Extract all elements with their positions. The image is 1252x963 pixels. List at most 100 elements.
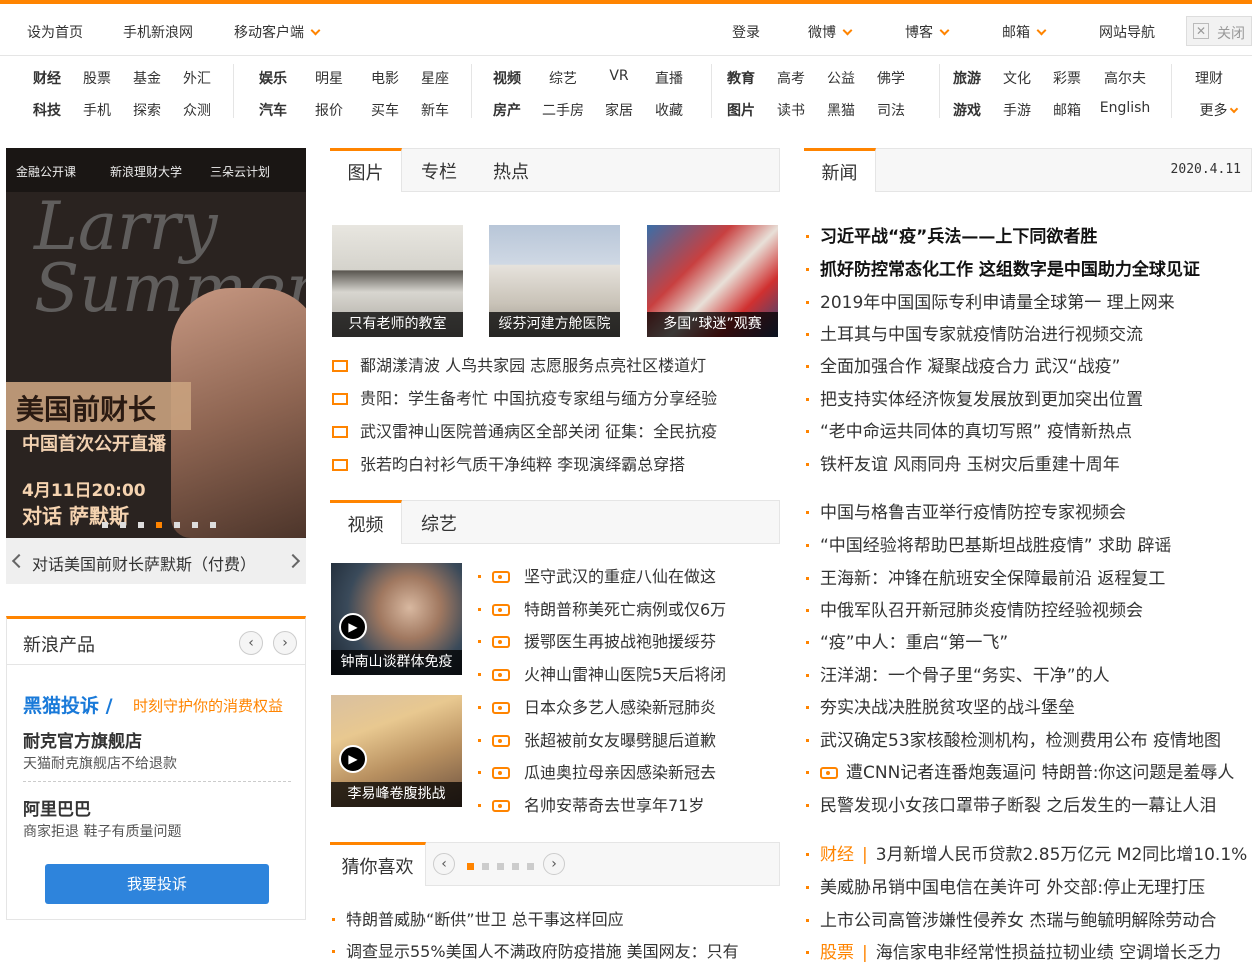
news-item[interactable]: 把支持实体经济恢复发展放到更加突出位置 [806, 385, 1252, 410]
nav-link[interactable]: 彩票 [1042, 68, 1092, 88]
nav-link[interactable]: 科技 [22, 100, 72, 120]
nav-link[interactable]: VR [594, 68, 644, 84]
nav-link[interactable]: 黑猫 [816, 100, 866, 120]
news-item[interactable]: 夯实决战决胜脱贫攻坚的战斗堡垒 [806, 693, 1252, 718]
login-link[interactable]: 登录 [732, 22, 760, 42]
chevron-right-icon[interactable]: › [543, 853, 565, 875]
pic-news-item[interactable]: 张若昀白衬衫气质干净纯粹 李现演绎霸总穿搭 [332, 451, 685, 475]
heimao-tousu-logo[interactable]: 黑猫投诉 / [23, 691, 113, 718]
news-item[interactable]: 股票 | 海信家电非经常性损益拉韧业绩 空调增长乏力 [806, 938, 1252, 963]
news-item[interactable]: 汪洋湖：一个骨子里“务实、干净”的人 [806, 661, 1252, 686]
carousel-dot[interactable] [192, 522, 198, 528]
news-item[interactable]: 土耳其与中国专家就疫情防治进行视频交流 [806, 320, 1252, 345]
nav-link[interactable]: 众测 [172, 100, 222, 120]
site-nav-link[interactable]: 网站导航 [1099, 22, 1155, 42]
news-item[interactable]: 财经 | 3月新增人民币贷款2.85万亿元 M2同比增10.1% [806, 840, 1252, 865]
nav-link[interactable]: 二手房 [538, 100, 588, 120]
video-thumb[interactable]: ▶ 李易峰卷腹挑战 [331, 695, 462, 807]
chevron-right-icon[interactable]: › [273, 631, 297, 655]
nav-link[interactable]: 公益 [816, 68, 866, 88]
set-homepage-link[interactable]: 设为首页 [27, 22, 83, 42]
nav-link[interactable]: 买车 [360, 100, 410, 120]
carousel-dot[interactable] [497, 863, 504, 870]
news-item[interactable]: 全面加强合作 凝聚战疫合力 武汉“战疫” [806, 352, 1252, 377]
nav-link[interactable]: 明星 [304, 68, 354, 88]
video-thumb[interactable]: ▶ 钟南山谈群体免疫 [331, 563, 462, 675]
news-category[interactable]: 财经 [820, 845, 854, 865]
carousel-dot[interactable] [527, 863, 534, 870]
pic-news-item[interactable]: 鄱湖漾清波 人鸟共家园 志愿服务点亮社区楼道灯 [332, 352, 706, 376]
carousel-dot[interactable] [138, 522, 144, 528]
news-item[interactable]: 抓好防控常态化工作 这组数字是中国助力全球见证 [806, 255, 1252, 280]
nav-link[interactable]: 手游 [992, 100, 1042, 120]
tab-column[interactable]: 专栏 [411, 148, 467, 192]
tab-video[interactable]: 视频 [330, 500, 402, 544]
news-item[interactable]: 民警发现小女孩口罩带子断裂 之后发生的一幕让人泪 [806, 791, 1252, 816]
news-item[interactable]: 2019年中国国际专利申请量全球第一 理上网来 [806, 288, 1252, 313]
news-item[interactable]: “老中命运共同体的真切写照” 疫情新热点 [806, 417, 1252, 442]
tab-hot[interactable]: 热点 [481, 148, 541, 192]
nav-link[interactable]: 股票 [72, 68, 122, 88]
carousel-dot-active[interactable] [467, 863, 474, 870]
play-icon[interactable]: ▶ [339, 613, 367, 641]
nav-link[interactable]: 读书 [766, 100, 816, 120]
tab-guess[interactable]: 猜你喜欢 [330, 842, 426, 886]
video-news-item[interactable]: 援鄂医生再披战袍驰援绥芬 [478, 628, 716, 652]
nav-link[interactable]: 视频 [482, 68, 532, 88]
guess-item[interactable]: 特朗普威胁“断供”世卫 总干事这样回应 [332, 906, 624, 930]
guess-item[interactable]: 调查显示55%美国人不满政府防疫措施 美国网友：只有 [332, 938, 780, 962]
pic-news-item[interactable]: 武汉雷神山医院普通病区全部关闭 征集：全民抗疫 [332, 418, 717, 442]
mobile-sina-link[interactable]: 手机新浪网 [123, 22, 193, 42]
nav-link[interactable]: 司法 [866, 100, 916, 120]
video-news-item[interactable]: 日本众多艺人感染新冠肺炎 [478, 694, 716, 718]
nav-link[interactable]: 报价 [304, 100, 354, 120]
nav-link[interactable]: 手机 [72, 100, 122, 120]
nav-link[interactable]: 汽车 [248, 100, 298, 120]
nav-link[interactable]: 理财 [1184, 68, 1234, 88]
carousel-dot[interactable] [102, 522, 108, 528]
nav-link[interactable]: 外汇 [172, 68, 222, 88]
video-news-item[interactable]: 张超被前女友曝劈腿后道歉 [478, 727, 716, 751]
news-item[interactable]: 美威胁吊销中国电信在美许可 外交部:停止无理打压 [806, 873, 1252, 898]
nav-link[interactable]: 财经 [22, 68, 72, 88]
video-news-item[interactable]: 名帅安蒂奇去世享年71岁 [478, 792, 704, 816]
nav-link[interactable]: 高尔夫 [1092, 68, 1158, 88]
news-item[interactable]: 王海新：冲锋在航班安全保障最前沿 返程复工 [806, 564, 1252, 589]
news-item[interactable]: 中国与格鲁吉亚举行疫情防控专家视频会 [806, 498, 1252, 523]
nav-link[interactable]: 教育 [716, 68, 766, 88]
product-desc[interactable]: 天猫耐克旗舰店不给退款 [23, 753, 177, 773]
carousel-dot[interactable] [512, 863, 519, 870]
news-item[interactable]: 中俄军队召开新冠肺炎疫情防控经验视频会 [806, 596, 1252, 621]
carousel-dot[interactable] [210, 522, 216, 528]
news-item[interactable]: 武汉确定53家核酸检测机构，检测费用公布 疫情地图 [806, 726, 1252, 751]
carousel-dot[interactable] [120, 522, 126, 528]
promo-banner[interactable]: 金融公开课 新浪理财大学 三朵云计划 LarrySummers 美国前财长 中国… [6, 148, 306, 584]
news-item[interactable]: 习近平战“疫”兵法——上下同欲者胜 [806, 222, 1252, 247]
nav-link[interactable]: 基金 [122, 68, 172, 88]
nav-link[interactable]: 娱乐 [248, 68, 298, 88]
photo-thumb[interactable]: 绥芬河建方舱医院 [489, 225, 620, 337]
nav-link[interactable]: 图片 [716, 100, 766, 120]
news-item[interactable]: 遭CNN记者连番炮轰逼问 特朗普:你这问题是羞辱人 [806, 758, 1252, 783]
pic-news-item[interactable]: 贵阳：学生备考忙 中国抗疫专家组与缅方分享经验 [332, 385, 717, 409]
nav-link[interactable]: 星座 [410, 68, 460, 88]
nav-link[interactable]: 旅游 [942, 68, 992, 88]
news-item[interactable]: 上市公司高管涉嫌性侵养女 杰瑞与鲍毓明解除劳动合 [806, 906, 1252, 931]
photo-thumb[interactable]: 多国“球迷”观赛 [647, 225, 778, 337]
close-button[interactable]: ✕ 关闭 [1186, 16, 1252, 46]
product-desc[interactable]: 商家拒退 鞋子有质量问题 [23, 821, 181, 841]
nav-link[interactable]: 综艺 [538, 68, 588, 88]
news-item[interactable]: “疫”中人：重启“第一飞” [806, 628, 1252, 653]
nav-link[interactable]: 电影 [360, 68, 410, 88]
weibo-dropdown[interactable]: 微博 [808, 22, 853, 42]
chevron-right-icon[interactable] [285, 553, 301, 569]
product-name[interactable]: 耐克官方旗舰店 [23, 727, 142, 752]
nav-link[interactable]: 邮箱 [1042, 100, 1092, 120]
mail-dropdown[interactable]: 邮箱 [1002, 22, 1047, 42]
nav-link[interactable]: 文化 [992, 68, 1042, 88]
play-icon[interactable]: ▶ [339, 745, 367, 773]
tab-news[interactable]: 新闻 [804, 148, 876, 192]
carousel-dot[interactable] [482, 863, 489, 870]
news-item[interactable]: 铁杆友谊 风雨同舟 玉树灾后重建十周年 [806, 450, 1252, 475]
news-item[interactable]: “中国经验将帮助巴基斯坦战胜疫情” 求助 辟谣 [806, 531, 1252, 556]
